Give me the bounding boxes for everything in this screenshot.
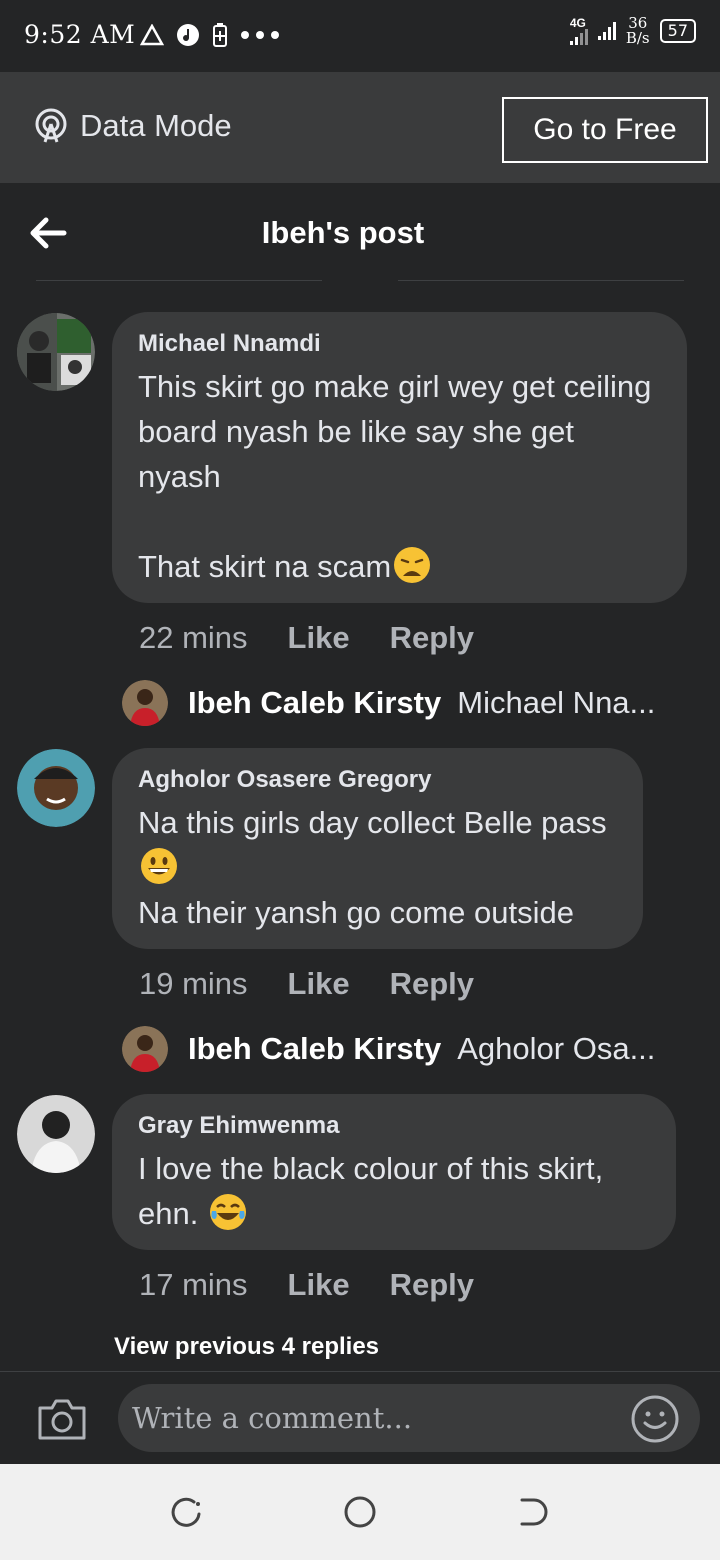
page-title: Ibeh's post (261, 215, 425, 250)
system-nav-bar (0, 1464, 720, 1560)
data-mode-banner: Data Mode Go to Free (0, 72, 720, 183)
battery-indicator: 57 (659, 19, 696, 43)
data-mode-icon (35, 108, 67, 143)
comment-bubble[interactable]: Agholor Osasere Gregory Na this girls da… (112, 748, 643, 949)
comment-author[interactable]: Agholor Osasere Gregory (138, 766, 617, 794)
avatar (122, 680, 168, 726)
nav-back-icon[interactable] (516, 1494, 552, 1530)
comment-timestamp: 22 mins (139, 620, 248, 655)
avatar[interactable] (17, 749, 95, 827)
camera-icon[interactable] (36, 1396, 88, 1442)
nav-home-icon[interactable] (342, 1494, 378, 1530)
reply-preview[interactable]: Ibeh Caleb Kirsty Michael Nna... (122, 680, 655, 726)
signal-bars-icon-2 (597, 22, 616, 40)
notification-icons (140, 22, 280, 48)
comment-timestamp: 17 mins (139, 1267, 248, 1302)
avatar (122, 1026, 168, 1072)
comment-input[interactable] (118, 1384, 700, 1452)
weary-face-emoji (394, 547, 431, 583)
like-button[interactable]: Like (288, 966, 350, 1002)
go-to-free-button[interactable]: Go to Free (502, 97, 708, 163)
comment-timestamp: 19 mins (139, 966, 248, 1001)
net-speed: 36 B/s (626, 16, 650, 46)
music-icon (177, 24, 199, 46)
reply-preview[interactable]: Ibeh Caleb Kirsty Agholor Osa... (122, 1026, 655, 1072)
comment-text: This skirt go make girl wey get ceiling … (138, 364, 661, 589)
comment-author[interactable]: Michael Nnamdi (138, 330, 661, 358)
net-speed-unit: B/s (625, 29, 650, 47)
reply-text: Michael Nna... (457, 685, 656, 720)
signal-4g: 4G (569, 16, 588, 45)
like-button[interactable]: Like (288, 620, 350, 656)
comment-composer (0, 1371, 720, 1465)
divider (36, 280, 322, 281)
comment-author[interactable]: Gray Ehimwenma (138, 1112, 650, 1140)
comment-text: I love the black colour of this skirt, e… (138, 1146, 650, 1236)
comment-meta: 19 mins Like Reply (139, 966, 514, 1002)
signal-bars-icon (569, 29, 588, 45)
tears-of-joy-emoji (209, 1194, 246, 1230)
post-header: Ibeh's post (0, 183, 720, 281)
reply-text: Agholor Osa... (457, 1031, 656, 1066)
comment-text-line: Na this girls day collect Belle pass (138, 805, 607, 840)
comment-bubble[interactable]: Michael Nnamdi This skirt go make girl w… (112, 312, 687, 603)
more-dots-icon (241, 31, 279, 39)
view-previous-replies-link[interactable]: View previous 4 replies (114, 1333, 379, 1361)
warning-triangle-icon (140, 24, 164, 46)
reply-author: Ibeh Caleb Kirsty (188, 1031, 442, 1066)
network-type: 4G (569, 16, 586, 30)
reply-button[interactable]: Reply (390, 966, 474, 1002)
reply-button[interactable]: Reply (390, 620, 474, 656)
comment-meta: 17 mins Like Reply (139, 1267, 514, 1303)
comment-text: Na this girls day collect Belle pass Na … (138, 800, 617, 935)
status-time: 9:52 AM (24, 20, 136, 49)
data-mode-label: Data Mode (80, 108, 232, 143)
comment-text-line: Na their yansh go come outside (138, 895, 574, 930)
smiley-icon[interactable] (630, 1394, 680, 1444)
status-right: 4G 36 B/s 57 (569, 16, 696, 46)
grinning-face-emoji (141, 848, 177, 884)
nav-recents-icon[interactable] (168, 1494, 204, 1530)
like-button[interactable]: Like (288, 1267, 350, 1303)
reply-author: Ibeh Caleb Kirsty (188, 685, 442, 720)
comment-bubble[interactable]: Gray Ehimwenma I love the black colour o… (112, 1094, 676, 1250)
battery-saver-icon (213, 23, 227, 47)
avatar[interactable] (17, 1095, 95, 1173)
divider (398, 280, 684, 281)
comment-meta: 22 mins Like Reply (139, 620, 514, 656)
avatar[interactable] (17, 313, 95, 391)
reply-button[interactable]: Reply (390, 1267, 474, 1303)
status-bar: 9:52 AM 4G 36 B/s 57 (0, 0, 720, 72)
